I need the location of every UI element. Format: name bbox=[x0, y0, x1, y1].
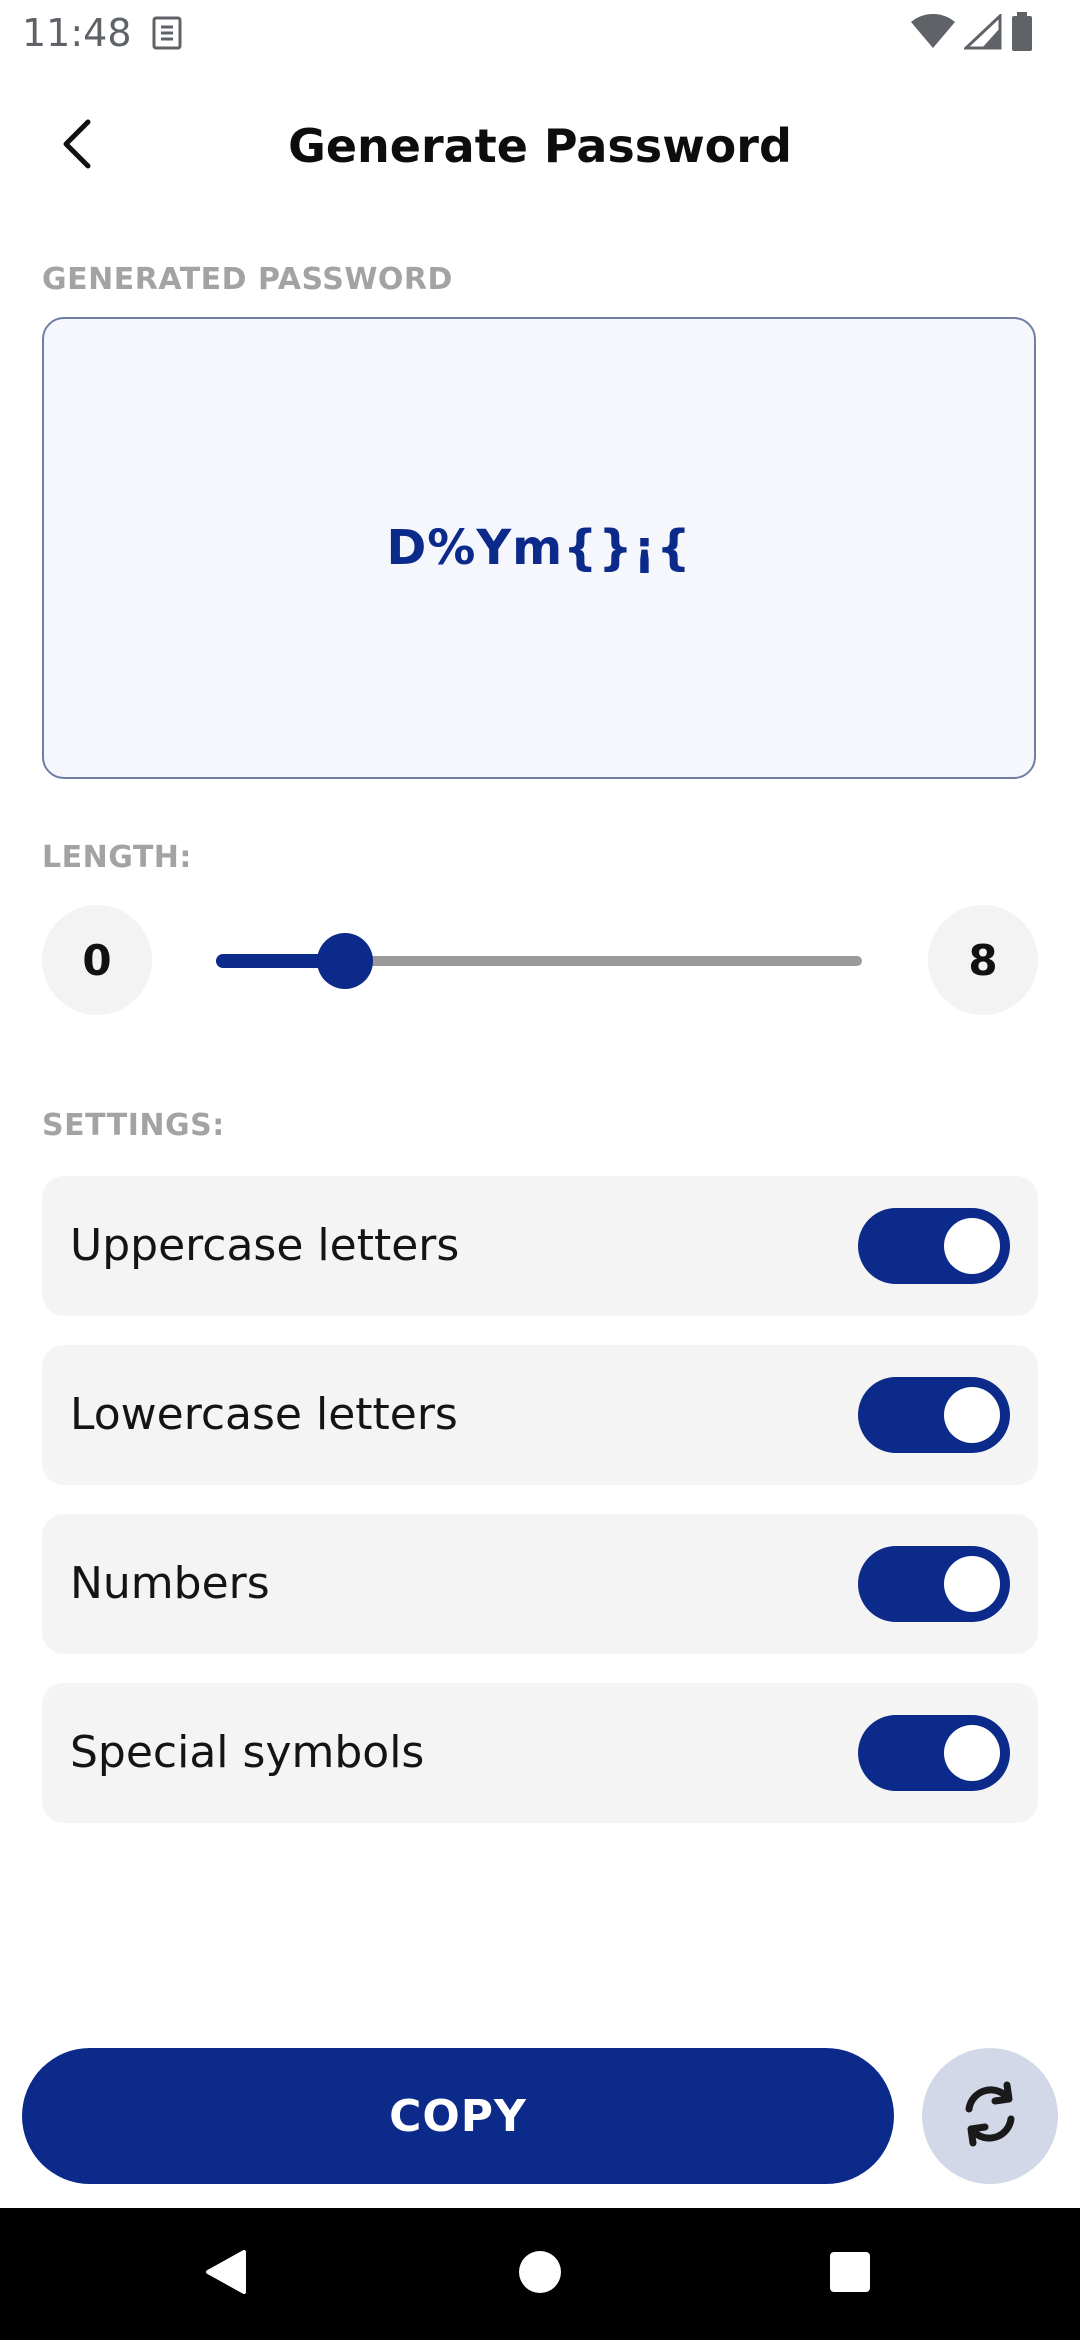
copy-button[interactable]: COPY bbox=[22, 2048, 894, 2184]
page-title: Generate Password bbox=[288, 119, 792, 173]
setting-label: Uppercase letters bbox=[70, 1220, 460, 1271]
app-bar: Generate Password bbox=[0, 90, 1080, 200]
nav-recents-icon bbox=[828, 2250, 872, 2298]
setting-special-symbols: Special symbols bbox=[42, 1683, 1038, 1823]
system-navigation-bar bbox=[0, 2208, 1080, 2340]
status-time: 11:48 bbox=[22, 11, 132, 55]
length-min-badge: 0 bbox=[42, 905, 152, 1015]
nav-back-icon bbox=[204, 2248, 248, 2300]
setting-label: Lowercase letters bbox=[70, 1389, 458, 1440]
setting-uppercase: Uppercase letters bbox=[42, 1176, 1038, 1316]
slider-thumb[interactable] bbox=[317, 933, 373, 989]
cell-signal-icon bbox=[962, 12, 1002, 54]
refresh-button[interactable] bbox=[922, 2048, 1058, 2184]
length-label: LENGTH: bbox=[42, 840, 192, 875]
refresh-icon bbox=[957, 2081, 1023, 2151]
special-symbols-toggle[interactable] bbox=[858, 1715, 1010, 1791]
length-slider[interactable] bbox=[216, 920, 862, 1000]
nav-home-button[interactable] bbox=[510, 2244, 570, 2304]
generated-password-label: GENERATED PASSWORD bbox=[42, 262, 453, 297]
toggle-knob bbox=[944, 1218, 1000, 1274]
setting-label: Numbers bbox=[70, 1558, 270, 1609]
status-icons bbox=[910, 12, 1034, 56]
toggle-knob bbox=[944, 1725, 1000, 1781]
nav-home-icon bbox=[517, 2249, 563, 2299]
toggle-knob bbox=[944, 1387, 1000, 1443]
generated-password-value: D%Ym{}¡{ bbox=[386, 520, 692, 576]
lowercase-toggle[interactable] bbox=[858, 1377, 1010, 1453]
sim-card-icon bbox=[150, 14, 184, 52]
settings-label: SETTINGS: bbox=[42, 1108, 225, 1143]
wifi-icon bbox=[910, 13, 956, 54]
setting-numbers: Numbers bbox=[42, 1514, 1038, 1654]
setting-label: Special symbols bbox=[70, 1727, 425, 1778]
setting-lowercase: Lowercase letters bbox=[42, 1345, 1038, 1485]
uppercase-toggle[interactable] bbox=[858, 1208, 1010, 1284]
battery-icon bbox=[1010, 12, 1034, 56]
nav-back-button[interactable] bbox=[196, 2244, 256, 2304]
status-bar: 11:48 bbox=[0, 0, 1080, 66]
nav-recents-button[interactable] bbox=[820, 2244, 880, 2304]
generate-password-screen: 11:48 Generate Password GENERATED PASSWO… bbox=[0, 0, 1080, 2340]
toggle-knob bbox=[944, 1556, 1000, 1612]
generated-password-box[interactable]: D%Ym{}¡{ bbox=[42, 317, 1036, 779]
length-value-badge: 8 bbox=[928, 905, 1038, 1015]
numbers-toggle[interactable] bbox=[858, 1546, 1010, 1622]
